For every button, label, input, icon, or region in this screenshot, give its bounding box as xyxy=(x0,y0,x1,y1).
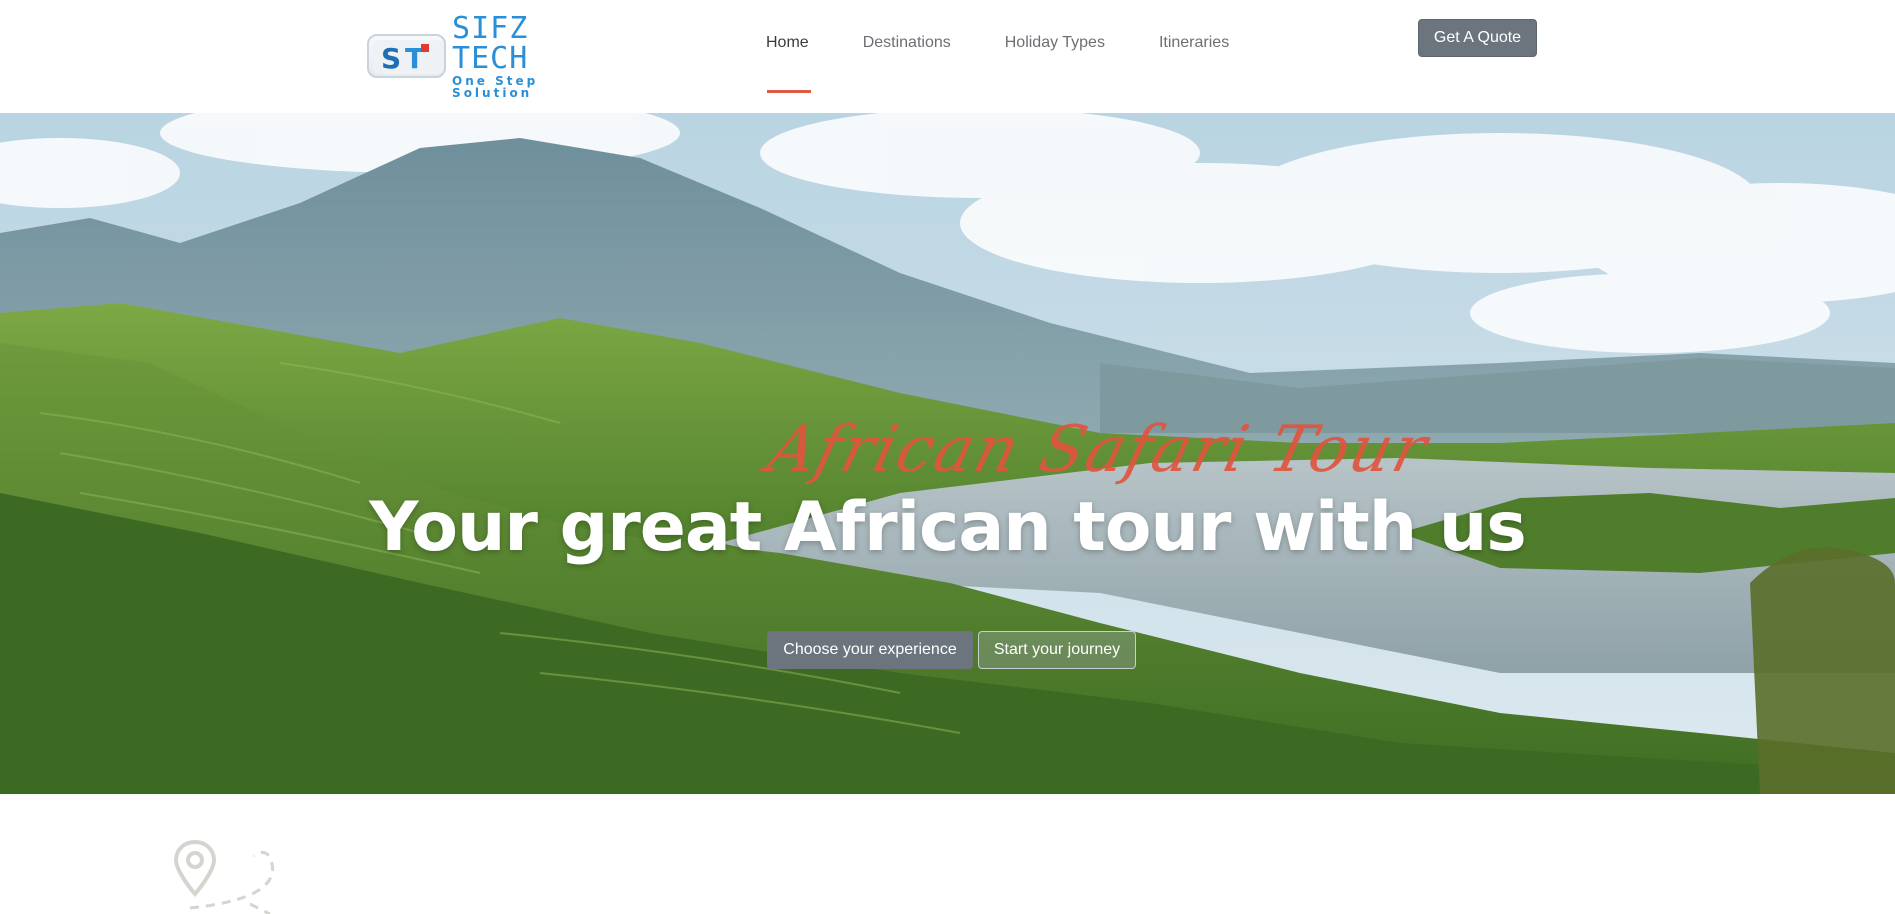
logo-tagline: One Step Solution xyxy=(452,73,539,100)
hero-section: African Safari Tour Your great African t… xyxy=(0,113,1895,794)
site-logo[interactable]: S T SIFZ TECH One Step Solution xyxy=(367,13,619,99)
main-nav: Home Destinations Holiday Types Itinerar… xyxy=(766,34,1283,58)
hero-script-title: African Safari Tour xyxy=(760,413,1436,487)
map-pin-route-icon xyxy=(173,839,275,914)
nav-item-itineraries[interactable]: Itineraries xyxy=(1159,34,1229,58)
start-journey-button[interactable]: Start your journey xyxy=(978,631,1136,669)
nav-item-destinations[interactable]: Destinations xyxy=(863,34,951,58)
nav-item-home[interactable]: Home xyxy=(766,34,809,58)
choose-experience-button[interactable]: Choose your experience xyxy=(767,631,973,669)
logo-name: SIFZ TECH xyxy=(452,10,529,76)
site-header: S T SIFZ TECH One Step Solution Home Des… xyxy=(0,0,1895,113)
nav-item-holiday-types[interactable]: Holiday Types xyxy=(1005,34,1105,58)
logo-badge-icon: S T xyxy=(367,34,447,78)
nav-active-indicator xyxy=(767,90,811,93)
hero-title: Your great African tour with us xyxy=(369,488,1527,567)
svg-text:S: S xyxy=(381,42,401,75)
get-quote-button[interactable]: Get A Quote xyxy=(1418,19,1537,57)
